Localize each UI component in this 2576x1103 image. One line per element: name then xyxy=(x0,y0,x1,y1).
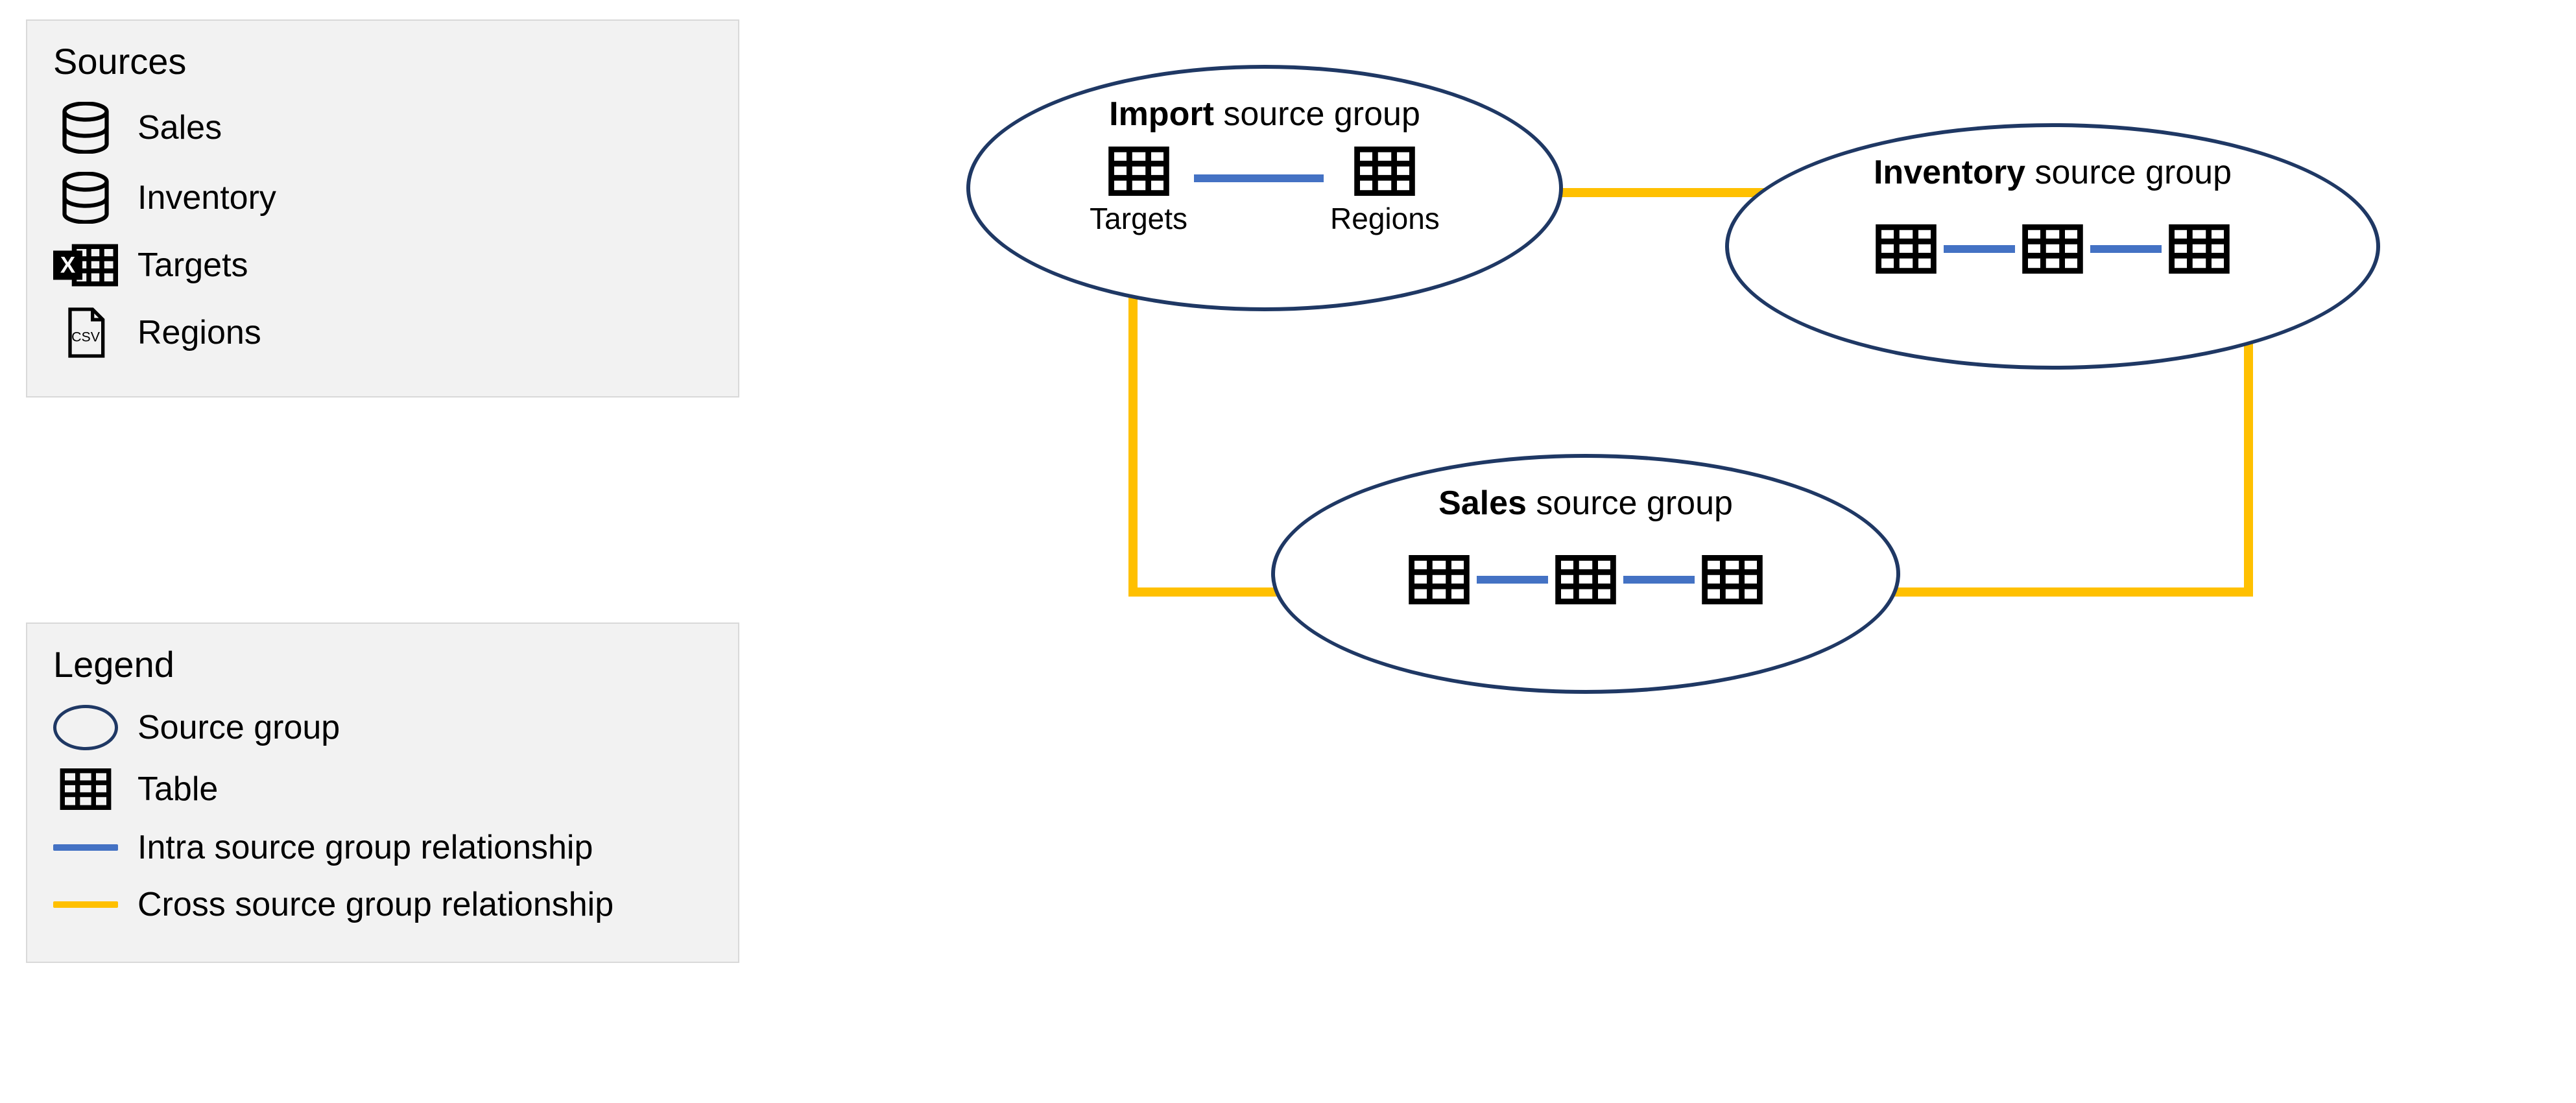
group-title-rest: source group xyxy=(1214,95,1420,133)
intra-relationship-connector xyxy=(2090,245,2162,253)
table-icon xyxy=(1408,555,1470,604)
group-title-rest: source group xyxy=(2025,154,2232,191)
cross-relationship-connector xyxy=(2244,337,2253,597)
source-label: Inventory xyxy=(137,178,276,217)
intra-relationship-connector xyxy=(1944,245,2015,253)
tables-row: Targets Regions xyxy=(1090,147,1440,236)
table-targets: Targets xyxy=(1090,147,1187,236)
legend-label: Table xyxy=(137,770,218,809)
group-title: Import source group xyxy=(1109,95,1420,134)
group-title-bold: Import xyxy=(1109,95,1214,133)
source-groups-diagram: Import source group Targets Regions Inve… xyxy=(908,26,2529,739)
table-icon xyxy=(1555,555,1617,604)
tables-row xyxy=(1875,224,2230,274)
tables-row xyxy=(1408,555,1763,604)
table-caption: Regions xyxy=(1330,201,1440,236)
group-title-bold: Sales xyxy=(1438,484,1527,522)
table-node xyxy=(1875,224,1937,274)
source-row: Inventory xyxy=(53,172,712,224)
source-row: Regions xyxy=(53,307,712,359)
legend-panel-title: Legend xyxy=(53,643,712,685)
legend-row: Intra source group relationship xyxy=(53,828,712,867)
legend-label: Source group xyxy=(137,708,340,747)
legend-row: Cross source group relationship xyxy=(53,885,712,924)
intra-relationship-connector xyxy=(1477,576,1548,584)
csv-file-icon xyxy=(53,307,118,359)
cross-relationship-line-icon xyxy=(53,901,118,908)
group-title-rest: source group xyxy=(1527,484,1733,522)
source-label: Sales xyxy=(137,108,222,147)
source-label: Regions xyxy=(137,313,261,352)
legend-panel: Legend Source group Table Intra source g… xyxy=(26,623,739,963)
cross-relationship-connector xyxy=(1128,279,1138,597)
legend-label: Intra source group relationship xyxy=(137,828,593,867)
table-node xyxy=(1408,555,1470,604)
table-icon xyxy=(1701,555,1763,604)
intra-relationship-connector xyxy=(1623,576,1695,584)
group-title: Sales source group xyxy=(1438,484,1733,523)
table-icon xyxy=(1875,224,1937,274)
table-icon xyxy=(1354,147,1416,196)
table-regions: Regions xyxy=(1330,147,1440,236)
table-icon xyxy=(1108,147,1170,196)
legend-label: Cross source group relationship xyxy=(137,885,614,924)
legend-row: Source group xyxy=(53,705,712,750)
intra-relationship-connector xyxy=(1194,174,1324,182)
table-icon xyxy=(53,768,118,810)
table-node xyxy=(2021,224,2084,274)
table-icon xyxy=(2168,224,2230,274)
table-node xyxy=(2168,224,2230,274)
table-node xyxy=(1555,555,1617,604)
inventory-source-group: Inventory source group xyxy=(1725,123,2380,370)
excel-icon xyxy=(53,242,118,289)
table-icon xyxy=(2021,224,2084,274)
intra-relationship-line-icon xyxy=(53,844,118,851)
source-group-ellipse-icon xyxy=(53,705,118,750)
database-icon xyxy=(53,172,118,224)
legend-row: Table xyxy=(53,768,712,810)
sources-panel-title: Sources xyxy=(53,40,712,82)
import-source-group: Import source group Targets Regions xyxy=(966,65,1563,311)
source-row: Sales xyxy=(53,102,712,154)
sources-panel: Sources Sales Inventory Targets Regions xyxy=(26,19,739,397)
sales-source-group: Sales source group xyxy=(1271,454,1900,694)
table-node xyxy=(1701,555,1763,604)
source-label: Targets xyxy=(137,246,248,285)
database-icon xyxy=(53,102,118,154)
table-caption: Targets xyxy=(1090,201,1187,236)
source-row: Targets xyxy=(53,242,712,289)
group-title: Inventory source group xyxy=(1874,153,2232,192)
group-title-bold: Inventory xyxy=(1874,154,2025,191)
